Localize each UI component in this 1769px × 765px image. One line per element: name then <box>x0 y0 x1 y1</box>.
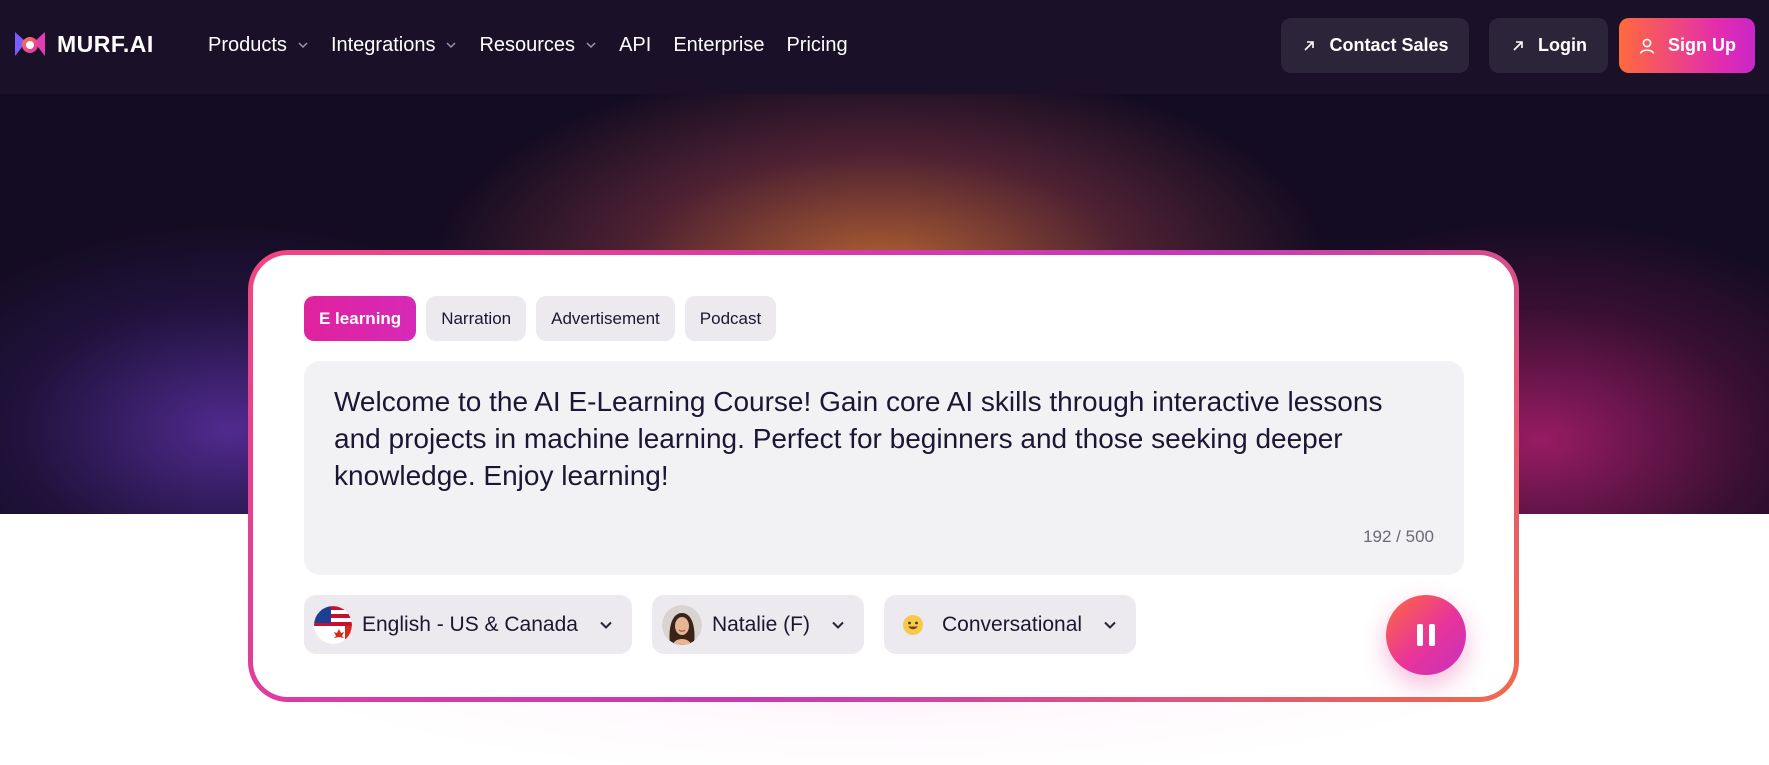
menu-products[interactable]: Products <box>208 30 309 60</box>
voice-demo-card-frame: E learning Narration Advertisement Podca… <box>248 250 1519 702</box>
menu-resources-label: Resources <box>479 33 576 56</box>
brand-logo[interactable]: MURF.AI <box>13 28 154 60</box>
arrow-up-right-icon <box>1513 40 1523 51</box>
user-icon <box>1639 38 1655 54</box>
tab-e-learning[interactable]: E learning <box>304 296 417 341</box>
contact-sales-label: Contact Sales <box>1329 35 1449 55</box>
menu-api[interactable]: API <box>619 30 651 60</box>
menu-pricing-label: Pricing <box>786 33 848 56</box>
chevron-down-icon <box>832 621 844 629</box>
style-select[interactable]: Conversational <box>883 595 1137 654</box>
menu-integrations-label: Integrations <box>330 33 436 56</box>
tab-advertisement[interactable]: Advertisement <box>536 296 675 341</box>
top-navigation: MURF.AI Products Integrations Resources … <box>0 0 1769 94</box>
menu-integrations[interactable]: Integrations <box>331 30 458 60</box>
voice-label: Natalie (F) <box>711 612 810 636</box>
chevron-down-icon <box>586 42 596 49</box>
chevron-down-icon <box>446 42 456 49</box>
menu-pricing[interactable]: Pricing <box>786 30 847 60</box>
menu-resources[interactable]: Resources <box>479 30 597 60</box>
menu-api-label: API <box>619 33 652 56</box>
voice-select[interactable]: Natalie (F) <box>651 595 864 654</box>
tab-narration[interactable]: Narration <box>426 296 527 341</box>
sign-up-button[interactable]: Sign Up <box>1619 18 1755 73</box>
use-case-tabs: E learning Narration Advertisement Podca… <box>304 296 777 341</box>
us-canada-flag-icon <box>314 605 352 644</box>
script-text-input[interactable]: Welcome to the AI E-Learning Course! Gai… <box>304 361 1464 575</box>
chevron-down-icon <box>600 621 612 629</box>
voice-avatar <box>661 604 702 645</box>
chevron-down-icon <box>298 42 308 49</box>
voice-demo-card: E learning Narration Advertisement Podca… <box>253 255 1514 697</box>
language-label: English - US & Canada <box>362 612 578 636</box>
pause-icon <box>1417 624 1435 646</box>
play-pause-button[interactable] <box>1386 595 1466 675</box>
contact-sales-button[interactable]: Contact Sales <box>1281 18 1469 73</box>
script-text: Welcome to the AI E-Learning Course! Gai… <box>334 386 1383 491</box>
murf-logo-icon <box>15 32 45 56</box>
login-label: Login <box>1538 35 1587 55</box>
menu-products-label: Products <box>208 33 287 56</box>
voice-options: English - US & Canada Natalie (F) Conver… <box>304 595 1137 654</box>
smiley-icon <box>894 606 932 644</box>
tab-podcast[interactable]: Podcast <box>684 296 777 341</box>
arrow-up-right-icon <box>1304 40 1315 51</box>
brand-name: MURF.AI <box>57 30 154 57</box>
style-label: Conversational <box>941 612 1083 636</box>
login-button[interactable]: Login <box>1489 18 1608 73</box>
sign-up-label: Sign Up <box>1668 35 1736 55</box>
menu-enterprise[interactable]: Enterprise <box>673 30 764 60</box>
menu-enterprise-label: Enterprise <box>673 33 765 56</box>
chevron-down-icon <box>1104 621 1116 629</box>
character-counter: 192 / 500 <box>1363 527 1434 546</box>
language-select[interactable]: English - US & Canada <box>304 595 632 654</box>
main-menu: Products Integrations Resources API Ente… <box>208 30 870 60</box>
